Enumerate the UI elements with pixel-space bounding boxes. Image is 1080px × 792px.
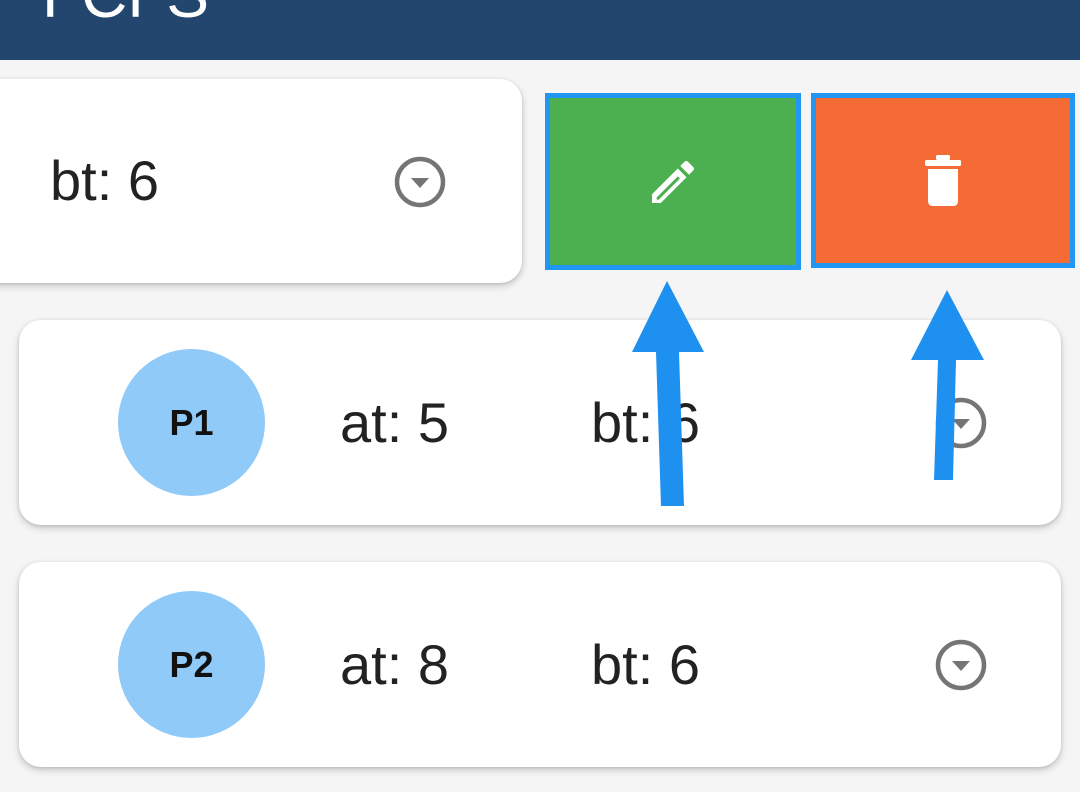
process-card-p1[interactable]: P1 at: 5 bt: 6: [19, 320, 1061, 525]
app-title: FCFS: [42, 0, 209, 30]
swiped-process-card[interactable]: bt: 6: [0, 79, 522, 283]
chevron-down-circle-icon[interactable]: [394, 156, 446, 208]
process-avatar: P1: [118, 349, 265, 496]
chevron-down-circle-icon[interactable]: [935, 397, 987, 449]
arrival-time-label: at: 5: [340, 391, 449, 454]
chevron-down-circle-icon[interactable]: [935, 639, 987, 691]
burst-time-label: bt: 6: [50, 149, 159, 212]
burst-time-label: bt: 6: [591, 391, 700, 454]
process-avatar: P2: [118, 591, 265, 738]
edit-button[interactable]: [545, 93, 801, 270]
burst-time-label: bt: 6: [591, 633, 700, 696]
arrival-time-label: at: 8: [340, 633, 449, 696]
app-bar: FCFS: [0, 0, 1080, 60]
process-name: P1: [169, 402, 214, 443]
process-card-p2[interactable]: P2 at: 8 bt: 6: [19, 562, 1061, 767]
trash-icon: [925, 154, 961, 206]
process-name: P2: [169, 644, 214, 685]
pencil-icon: [652, 160, 695, 203]
delete-button[interactable]: [811, 93, 1075, 268]
